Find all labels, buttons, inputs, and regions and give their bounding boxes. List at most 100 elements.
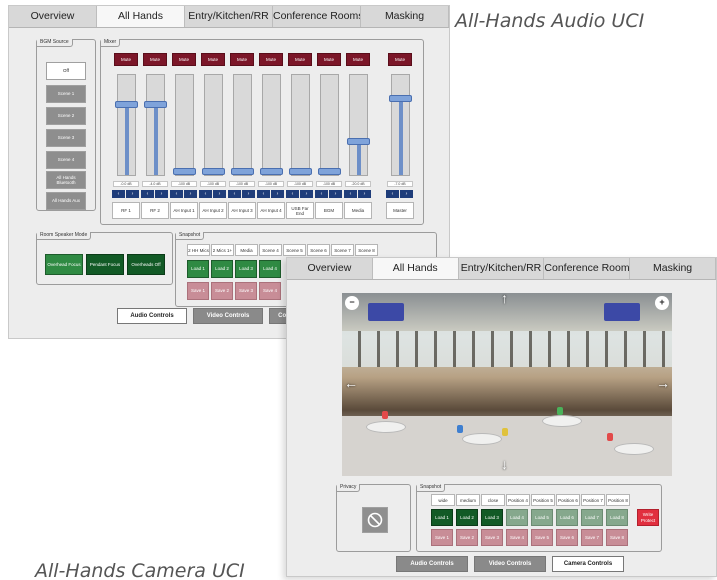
camera-preview[interactable]: − + ↑ ↓ ← →	[342, 293, 672, 476]
channel-6-mute-button[interactable]: Mute	[259, 53, 283, 66]
camera-snapshot-load-button[interactable]: Load 3	[481, 509, 503, 526]
channel-8-up-icon[interactable]: ›	[329, 190, 342, 198]
channel-8-fader-knob[interactable]	[318, 168, 341, 175]
privacy-button[interactable]	[362, 507, 388, 533]
audio-snapshot-save-button[interactable]: Save 1	[187, 282, 209, 300]
channel-1-fader-knob[interactable]	[115, 101, 138, 108]
audio-controls-button[interactable]: Audio Controls	[117, 308, 187, 324]
audio-snapshot-load-button[interactable]: Load 2	[211, 260, 233, 278]
pan-right-icon[interactable]: →	[656, 375, 670, 391]
video-controls-button[interactable]: Video Controls	[474, 556, 546, 572]
channel-2-mute-button[interactable]: Mute	[143, 53, 167, 66]
channel-2-fader-knob[interactable]	[144, 101, 167, 108]
channel-3-fader-knob[interactable]	[173, 168, 196, 175]
camera-snapshot-save-button[interactable]: Save 5	[531, 529, 553, 546]
channel-3-down-icon[interactable]: ‹	[170, 190, 183, 198]
camera-snapshot-load-button[interactable]: Load 1	[431, 509, 453, 526]
channel-5-fader[interactable]	[231, 74, 254, 176]
master-down-icon[interactable]: ‹	[386, 190, 399, 198]
bgm-scene-2-button[interactable]: Scene 2	[46, 107, 86, 125]
pan-down-icon[interactable]: ↓	[501, 456, 508, 472]
camera-snapshot-load-button[interactable]: Load 5	[531, 509, 553, 526]
channel-6-fader[interactable]	[260, 74, 283, 176]
audio-controls-button[interactable]: Audio Controls	[396, 556, 468, 572]
camera-snapshot-save-button[interactable]: Save 8	[606, 529, 628, 546]
bgm-bluetooth-button[interactable]: All Hands Bluetooth	[46, 171, 86, 189]
zoom-in-icon[interactable]: +	[655, 296, 669, 310]
channel-7-mute-button[interactable]: Mute	[288, 53, 312, 66]
audio-snapshot-save-button[interactable]: Save 3	[235, 282, 257, 300]
camera-snapshot-load-button[interactable]: Load 8	[606, 509, 628, 526]
tab-all-hands[interactable]: All Hands	[97, 6, 185, 27]
channel-5-fader-knob[interactable]	[231, 168, 254, 175]
channel-1-down-icon[interactable]: ‹	[112, 190, 125, 198]
bgm-off-button[interactable]: Off	[46, 62, 86, 80]
channel-9-mute-button[interactable]: Mute	[346, 53, 370, 66]
master-mute-button[interactable]: Mute	[388, 53, 412, 66]
tab-conference-rooms[interactable]: Conference Rooms	[273, 6, 361, 27]
tab-all-hands[interactable]: All Hands	[372, 258, 459, 279]
channel-8-fader[interactable]	[318, 74, 341, 176]
channel-6-fader-knob[interactable]	[260, 168, 283, 175]
bgm-aux-button[interactable]: All Hands Aux	[46, 192, 86, 210]
channel-7-down-icon[interactable]: ‹	[286, 190, 299, 198]
camera-snapshot-load-button[interactable]: Load 6	[556, 509, 578, 526]
channel-5-mute-button[interactable]: Mute	[230, 53, 254, 66]
camera-snapshot-save-button[interactable]: Save 2	[456, 529, 478, 546]
audio-snapshot-load-button[interactable]: Load 1	[187, 260, 209, 278]
audio-snapshot-save-button[interactable]: Save 2	[211, 282, 233, 300]
write-protect-button[interactable]: Write Protect	[637, 509, 659, 526]
pan-up-icon[interactable]: ↑	[501, 293, 508, 306]
overhead-focus-button[interactable]: Overhead Focus	[45, 254, 83, 275]
channel-3-mute-button[interactable]: Mute	[172, 53, 196, 66]
channel-7-up-icon[interactable]: ›	[300, 190, 313, 198]
camera-snapshot-save-button[interactable]: Save 7	[581, 529, 603, 546]
channel-5-up-icon[interactable]: ›	[242, 190, 255, 198]
channel-2-down-icon[interactable]: ‹	[141, 190, 154, 198]
channel-3-up-icon[interactable]: ›	[184, 190, 197, 198]
camera-snapshot-load-button[interactable]: Load 7	[581, 509, 603, 526]
channel-5-down-icon[interactable]: ‹	[228, 190, 241, 198]
video-controls-button[interactable]: Video Controls	[193, 308, 263, 324]
camera-snapshot-save-button[interactable]: Save 3	[481, 529, 503, 546]
zoom-out-icon[interactable]: −	[345, 296, 359, 310]
camera-snapshot-save-button[interactable]: Save 6	[556, 529, 578, 546]
channel-4-down-icon[interactable]: ‹	[199, 190, 212, 198]
channel-9-fader[interactable]	[347, 74, 370, 176]
channel-8-mute-button[interactable]: Mute	[317, 53, 341, 66]
master-up-icon[interactable]: ›	[400, 190, 413, 198]
channel-7-fader[interactable]	[289, 74, 312, 176]
camera-snapshot-save-button[interactable]: Save 4	[506, 529, 528, 546]
channel-6-down-icon[interactable]: ‹	[257, 190, 270, 198]
channel-4-up-icon[interactable]: ›	[213, 190, 226, 198]
tab-overview[interactable]: Overview	[9, 6, 97, 27]
tab-masking[interactable]: Masking	[630, 258, 716, 279]
camera-snapshot-load-button[interactable]: Load 2	[456, 509, 478, 526]
channel-2-up-icon[interactable]: ›	[155, 190, 168, 198]
channel-9-fader-knob[interactable]	[347, 138, 370, 145]
channel-1-up-icon[interactable]: ›	[126, 190, 139, 198]
channel-1-fader[interactable]	[115, 74, 138, 176]
channel-6-up-icon[interactable]: ›	[271, 190, 284, 198]
channel-1-mute-button[interactable]: Mute	[114, 53, 138, 66]
channel-4-fader-knob[interactable]	[202, 168, 225, 175]
channel-9-down-icon[interactable]: ‹	[344, 190, 357, 198]
channel-4-fader[interactable]	[202, 74, 225, 176]
master-fader-knob[interactable]	[389, 95, 412, 102]
channel-3-fader[interactable]	[173, 74, 196, 176]
audio-snapshot-load-button[interactable]: Load 4	[259, 260, 281, 278]
pendant-focus-button[interactable]: Pendant Focus	[86, 254, 124, 275]
camera-controls-button[interactable]: Camera Controls	[552, 556, 624, 572]
tab-entry-kitchen-rr[interactable]: Entry/Kitchen/RR	[185, 6, 273, 27]
camera-snapshot-save-button[interactable]: Save 1	[431, 529, 453, 546]
tab-conference-rooms[interactable]: Conference Rooms	[544, 258, 631, 279]
tab-overview[interactable]: Overview	[287, 258, 373, 279]
channel-8-down-icon[interactable]: ‹	[315, 190, 328, 198]
overheads-off-button[interactable]: Overheads Off	[127, 254, 165, 275]
bgm-scene-1-button[interactable]: Scene 1	[46, 85, 86, 103]
audio-snapshot-save-button[interactable]: Save 4	[259, 282, 281, 300]
master-fader[interactable]	[389, 74, 412, 176]
pan-left-icon[interactable]: ←	[344, 375, 358, 391]
bgm-scene-4-button[interactable]: Scene 4	[46, 151, 86, 169]
camera-snapshot-load-button[interactable]: Load 4	[506, 509, 528, 526]
